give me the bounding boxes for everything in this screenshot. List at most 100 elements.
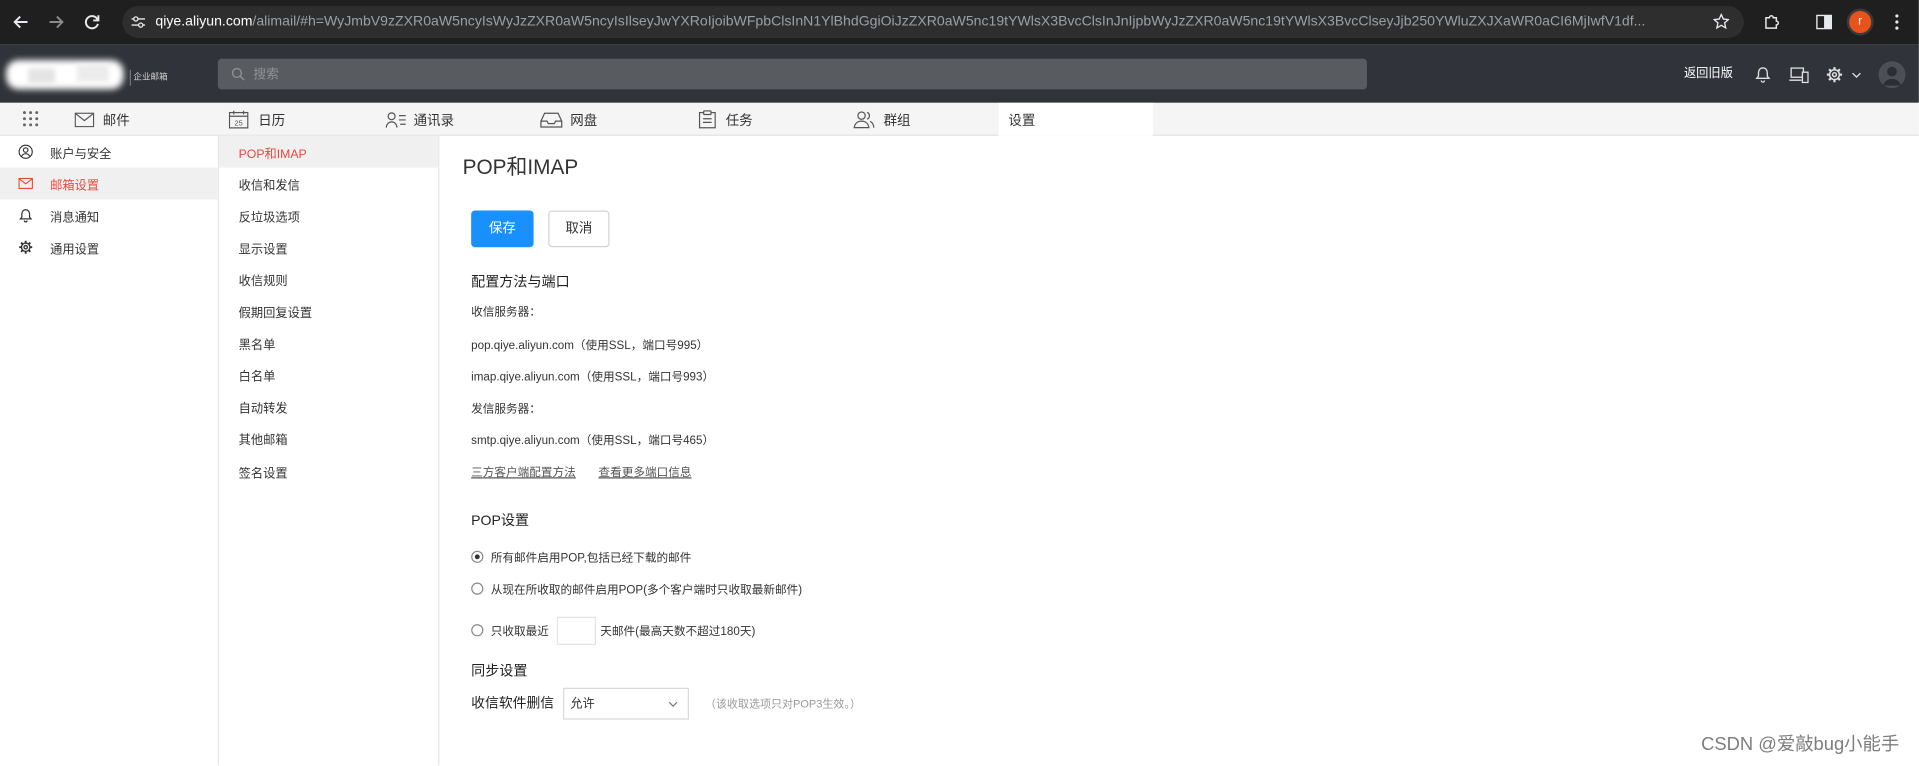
- pop-option-all[interactable]: 所有邮件启用POP,包括已经下载的邮件: [471, 545, 691, 569]
- sidebar-item-general[interactable]: 通用设置: [0, 231, 218, 263]
- radio-label-prefix: 只收取最近: [490, 625, 549, 639]
- contacts-icon: [385, 111, 406, 128]
- recent-days-input[interactable]: [556, 616, 596, 645]
- cancel-button[interactable]: 取消: [548, 210, 610, 248]
- page-title: POP和IMAP: [462, 155, 579, 179]
- tab-label: 网盘: [570, 113, 598, 128]
- sidebar-item-account-security[interactable]: 账户与安全: [0, 136, 218, 168]
- site-info-icon[interactable]: [131, 15, 146, 30]
- radio-button[interactable]: [471, 624, 484, 637]
- bell-icon: [18, 208, 33, 223]
- chevron-down-icon[interactable]: [1852, 72, 1862, 79]
- tab-groups[interactable]: 群组: [853, 103, 911, 136]
- star-icon[interactable]: [1713, 13, 1730, 30]
- outgoing-server-label: 发信服务器：: [471, 402, 541, 417]
- tab-tasks[interactable]: 任务: [698, 103, 753, 136]
- pop-option-recent-days[interactable]: 只收取最近 天邮件(最高天数不超过180天): [471, 616, 756, 645]
- delete-policy-hint: （该收取选项只对POP3生效。）: [704, 697, 861, 710]
- user-icon: [18, 144, 33, 159]
- tab-contacts[interactable]: 通讯录: [385, 103, 454, 136]
- drive-icon: [540, 111, 563, 128]
- group-icon: [853, 110, 875, 129]
- chevron-down-icon: [668, 701, 678, 707]
- menu-item-rules[interactable]: 收信规则: [219, 264, 438, 296]
- menu-item-signature[interactable]: 签名设置: [219, 455, 438, 487]
- client-config-link[interactable]: 三方客户端配置方法: [471, 461, 576, 485]
- tab-drive[interactable]: 网盘: [540, 103, 598, 136]
- tab-label: 群组: [883, 113, 911, 128]
- menu-item-label: 签名设置: [238, 466, 288, 481]
- sidebar-item-mailbox-settings[interactable]: 邮箱设置: [0, 167, 218, 200]
- tab-label: 设置: [1008, 113, 1036, 128]
- menu-icon[interactable]: [1894, 13, 1899, 30]
- radio-label-suffix: 天邮件(最高天数不超过180天): [600, 625, 756, 639]
- menu-item-pop-imap[interactable]: POP和IMAP: [219, 135, 439, 168]
- select-value: 允许: [570, 697, 595, 712]
- sidebar-item-notifications[interactable]: 消息通知: [0, 199, 218, 231]
- avatar-icon[interactable]: [1878, 61, 1906, 89]
- config-section-title: 配置方法与端口: [471, 275, 570, 291]
- more-ports-link[interactable]: 查看更多端口信息: [598, 461, 691, 485]
- menu-item-whitelist[interactable]: 白名单: [219, 359, 438, 391]
- tab-label: 任务: [725, 113, 753, 128]
- radio-label: 所有邮件启用POP,包括已经下载的邮件: [490, 551, 692, 566]
- save-button[interactable]: 保存: [471, 210, 534, 248]
- tab-label: 日历: [258, 113, 286, 128]
- watermark: CSDN @爱敲bug小能手: [1701, 734, 1900, 756]
- menu-item-label: 反垃圾选项: [238, 211, 300, 225]
- menu-item-label: 收信和发信: [238, 179, 300, 193]
- menu-item-display[interactable]: 显示设置: [219, 232, 438, 264]
- radio-label: 从现在所收取的邮件启用POP(多个客户端时只收取最新邮件): [490, 583, 803, 598]
- old-version-link[interactable]: 返回旧版: [1684, 62, 1733, 86]
- task-icon: [698, 110, 716, 129]
- sidebar-item-label: 账户与安全: [50, 147, 112, 161]
- search-input[interactable]: [217, 58, 1367, 90]
- tab-calendar[interactable]: 25 日历: [228, 103, 286, 136]
- menu-item-anti-spam[interactable]: 反垃圾选项: [219, 200, 438, 232]
- menu-item-vacation-reply[interactable]: 假期回复设置: [219, 296, 438, 328]
- company-logo[interactable]: [4, 58, 130, 92]
- side-panel-icon[interactable]: [1816, 14, 1833, 30]
- delete-policy-select[interactable]: 允许: [562, 687, 689, 720]
- sidebar-item-label: 通用设置: [50, 242, 100, 257]
- pop-server-text: pop.qiye.aliyun.com（使用SSL，端口号995）: [471, 338, 709, 353]
- apps-grid-icon[interactable]: [22, 110, 39, 127]
- reload-icon[interactable]: [83, 13, 100, 30]
- menu-item-auto-forward[interactable]: 自动转发: [219, 391, 438, 423]
- calendar-day: 25: [235, 119, 243, 128]
- tab-label: 通讯录: [413, 113, 455, 128]
- tab-label: 邮件: [102, 113, 130, 128]
- pop-section-title: POP设置: [471, 513, 530, 529]
- menu-item-other-mailboxes[interactable]: 其他邮箱: [219, 423, 438, 455]
- menu-item-label: 收信规则: [238, 275, 288, 289]
- sync-section-title: 同步设置: [471, 664, 528, 680]
- radio-button[interactable]: [471, 550, 484, 563]
- back-icon[interactable]: [12, 13, 29, 30]
- imap-server-text: imap.qiye.aliyun.com（使用SSL，端口号993）: [471, 370, 715, 385]
- pop-option-from-now[interactable]: 从现在所收取的邮件启用POP(多个客户端时只收取最新邮件): [471, 576, 802, 600]
- device-icon[interactable]: [1789, 67, 1809, 84]
- url-path: /alimail/#h=WyJmbV9zZXR0aW5ncyIsWyJzZXR0…: [252, 14, 1646, 30]
- gear-icon[interactable]: [1826, 66, 1843, 83]
- menu-item-label: 自动转发: [238, 402, 288, 417]
- forward-icon[interactable]: [48, 13, 65, 30]
- mail-icon: [18, 176, 33, 191]
- menu-item-send-receive[interactable]: 收信和发信: [219, 168, 438, 200]
- bell-icon[interactable]: [1755, 66, 1771, 83]
- tab-mail[interactable]: 邮件: [74, 103, 130, 136]
- extensions-icon[interactable]: [1763, 13, 1780, 29]
- menu-item-label: 其他邮箱: [238, 434, 288, 449]
- tab-settings[interactable]: 设置: [998, 102, 1153, 136]
- screen: qiye.aliyun.com/alimail/#h=WyJmbV9zZXR0a…: [0, 0, 1919, 765]
- logo-divider: [129, 69, 131, 86]
- url-host: qiye.aliyun.com: [155, 14, 253, 30]
- logo-caption: 企业邮箱: [133, 73, 168, 82]
- address-bar-url[interactable]: qiye.aliyun.com/alimail/#h=WyJmbV9zZXR0a…: [155, 6, 1701, 38]
- radio-button[interactable]: [471, 582, 484, 595]
- profile-avatar[interactable]: r: [1849, 11, 1872, 34]
- sidebar-item-label: 消息通知: [50, 211, 100, 225]
- search-icon: [231, 67, 245, 81]
- menu-item-label: 白名单: [238, 371, 276, 385]
- menu-item-blacklist[interactable]: 黑名单: [219, 327, 438, 359]
- mail-icon: [74, 111, 95, 127]
